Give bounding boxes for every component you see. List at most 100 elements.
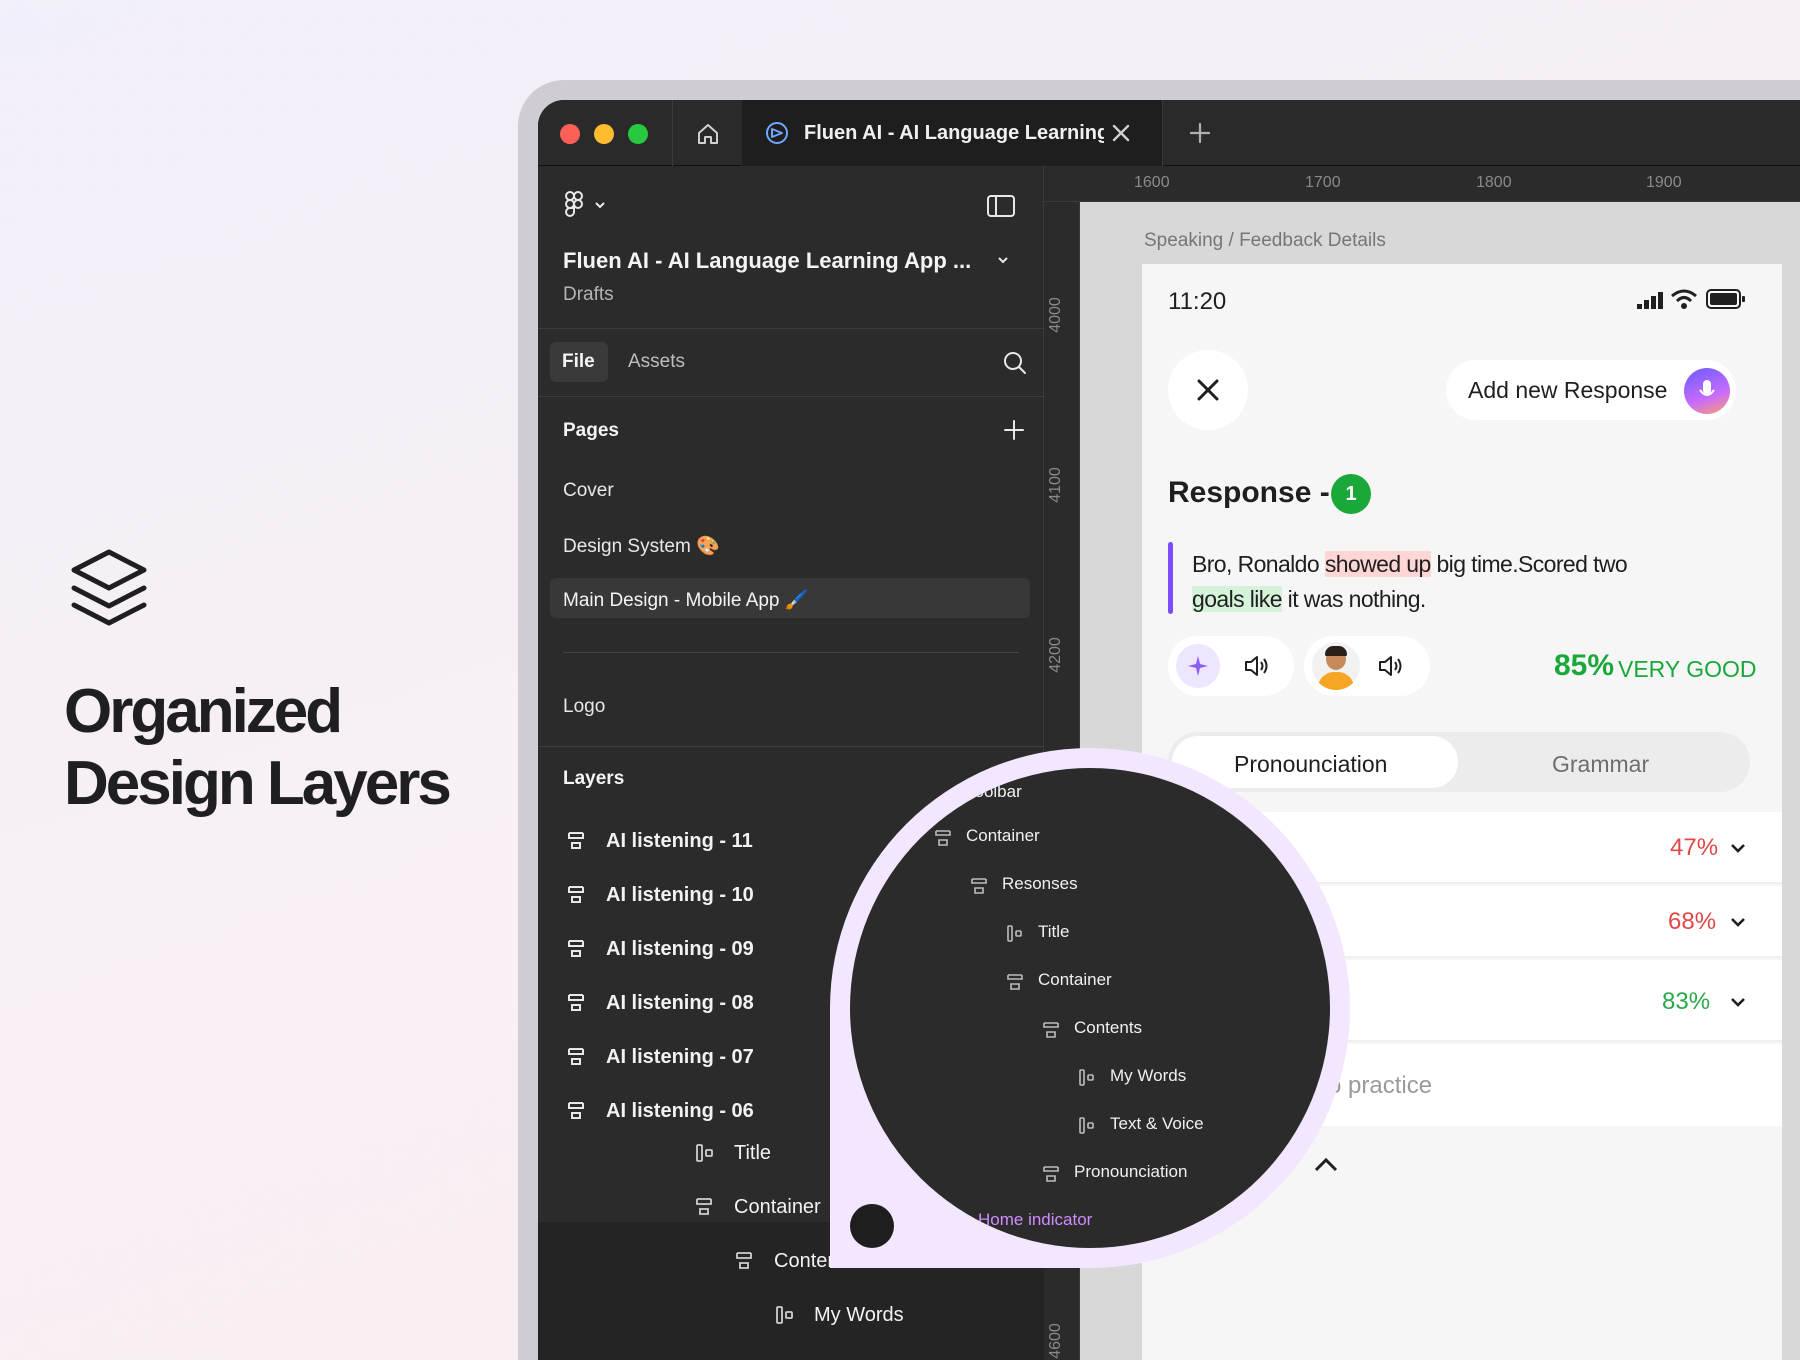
ruler-tick-label: 4600	[1046, 1323, 1064, 1359]
magnifier-handle	[850, 1204, 894, 1248]
chevron-down-icon	[1731, 998, 1745, 1007]
ruler-tick-label: 1600	[1134, 174, 1170, 191]
hero-title-line2: Design Layers	[64, 749, 452, 818]
ruler-tick-label: 1700	[1305, 174, 1341, 191]
chevron-down-icon[interactable]	[594, 200, 606, 210]
ruler-tick-label: 4000	[1046, 297, 1064, 333]
add-page-icon[interactable]	[1002, 418, 1026, 442]
tab-file-label: File	[562, 351, 595, 372]
chevron-down-icon	[1731, 918, 1745, 927]
file-title[interactable]: Fluen AI - AI Language Learning App ...	[563, 248, 971, 274]
mag-layer-label: Toolbar	[966, 782, 1022, 801]
frame-layer-icon	[568, 994, 584, 1011]
home-icon[interactable]	[695, 121, 721, 147]
divider	[538, 746, 1044, 747]
mag-layer-label: Pronounciation	[1074, 1162, 1188, 1181]
sentence-part: it was nothing.	[1281, 586, 1427, 612]
layer-label: AI listening - 09	[606, 938, 754, 960]
close-icon	[1197, 379, 1219, 401]
search-icon[interactable]	[1002, 350, 1028, 376]
frame-layer-icon	[1007, 974, 1023, 990]
magnifier-lens: Toolbar Container Resonses Title Contain…	[850, 768, 1330, 1248]
mag-layer-label: Resonses	[1002, 874, 1078, 893]
page-item-logo[interactable]: Logo	[563, 696, 605, 718]
mag-layer-label: Container	[966, 826, 1040, 845]
frame-layer-icon	[568, 886, 584, 903]
tab-pronunciation-label: Pronounciation	[1234, 751, 1388, 777]
add-response-button[interactable]: Add new Response	[1446, 360, 1736, 420]
text-layer-icon	[1079, 1069, 1094, 1086]
figma-logo-icon[interactable]	[564, 190, 584, 220]
page-item-main-design[interactable]: Main Design - Mobile App 🖌️	[550, 578, 1030, 618]
frame-layer-icon	[568, 1048, 584, 1065]
frame-layer-icon	[935, 830, 951, 846]
close-button[interactable]	[1168, 350, 1248, 430]
metric-value: 47%	[1670, 834, 1719, 861]
hero-title: Organized Design Layers	[64, 676, 452, 820]
practice-text: o practice	[1328, 1072, 1433, 1099]
user-audio-pill[interactable]	[1304, 636, 1430, 696]
layers-icon	[71, 549, 147, 626]
ruler-tick-label: 4200	[1046, 637, 1064, 673]
panel-toggle-icon[interactable]	[986, 194, 1016, 218]
layer-child-label: Container	[734, 1196, 821, 1218]
chevron-down-icon	[1731, 844, 1745, 853]
chevron-up-icon[interactable]	[1312, 1154, 1340, 1178]
mic-button	[1684, 368, 1730, 414]
frame-layer-icon	[568, 940, 584, 957]
frame-layer-icon	[1043, 1166, 1059, 1182]
app-favicon-icon	[766, 122, 788, 144]
tab-separator	[672, 100, 673, 166]
text-layer-icon	[1079, 1117, 1094, 1134]
page-item-main-design-label: Main Design - Mobile App 🖌️	[563, 590, 809, 611]
sentence-good-highlight[interactable]: goals like	[1192, 586, 1282, 612]
layer-label: AI listening - 08	[606, 992, 754, 1014]
text-layer-icon	[776, 1306, 793, 1324]
mag-layer-label: Container	[1038, 970, 1112, 989]
layer-child-label: My Words	[814, 1304, 904, 1326]
tab-title: Fluen AI - AI Language Learning /	[804, 122, 1104, 144]
frame-layer-icon	[568, 832, 584, 849]
speaker-icon	[1245, 656, 1268, 676]
battery-icon	[1706, 289, 1745, 309]
avatar	[1312, 642, 1360, 690]
frame-layer-icon	[568, 1102, 584, 1119]
ai-sparkle-button	[1176, 644, 1220, 688]
frame-layer-icon	[696, 1198, 712, 1215]
layer-label: AI listening - 06	[606, 1100, 754, 1122]
score-label: VERY GOOD	[1618, 656, 1757, 682]
segmented-control: Pronounciation Grammar	[1168, 732, 1750, 792]
divider	[538, 396, 1044, 397]
chevron-down-icon[interactable]	[996, 254, 1010, 266]
frame-label[interactable]: Speaking / Feedback Details	[1144, 230, 1386, 252]
close-icon[interactable]	[1110, 122, 1132, 144]
minimize-window-button[interactable]	[594, 124, 614, 144]
layer-label: AI listening - 07	[606, 1046, 754, 1068]
add-response-label: Add new Response	[1468, 377, 1668, 403]
layer-child-label: Title	[734, 1142, 772, 1164]
tab-bar: Fluen AI - AI Language Learning /	[538, 100, 1800, 166]
mag-layer-label: My Words	[1110, 1066, 1187, 1085]
page-item-design-system[interactable]: Design System 🎨	[563, 534, 720, 558]
maximize-window-button[interactable]	[628, 124, 648, 144]
score-value: 85%	[1554, 649, 1615, 682]
plus-icon[interactable]	[1188, 121, 1212, 145]
tab-file-panel[interactable]: File	[550, 342, 608, 382]
close-window-button[interactable]	[560, 124, 580, 144]
text-layer-icon	[696, 1144, 713, 1162]
page-item-cover[interactable]: Cover	[563, 480, 614, 502]
frame-layer-icon	[971, 878, 987, 894]
mag-layer-label: Home indicator	[978, 1210, 1093, 1229]
tab-grammar[interactable]: Grammar	[1552, 751, 1649, 778]
wifi-icon	[1671, 289, 1697, 309]
tab-file[interactable]: Fluen AI - AI Language Learning /	[742, 100, 1162, 166]
layers-heading: Layers	[563, 768, 625, 789]
text-layer-icon	[1007, 925, 1022, 942]
metric-value: 68%	[1668, 908, 1717, 935]
ai-audio-pill[interactable]	[1168, 636, 1294, 696]
divider	[538, 328, 1044, 329]
quote-bar	[1168, 542, 1173, 614]
sentence-error-highlight[interactable]: showed up	[1324, 551, 1431, 577]
tab-assets[interactable]: Assets	[628, 351, 685, 373]
file-location: Drafts	[563, 284, 614, 305]
